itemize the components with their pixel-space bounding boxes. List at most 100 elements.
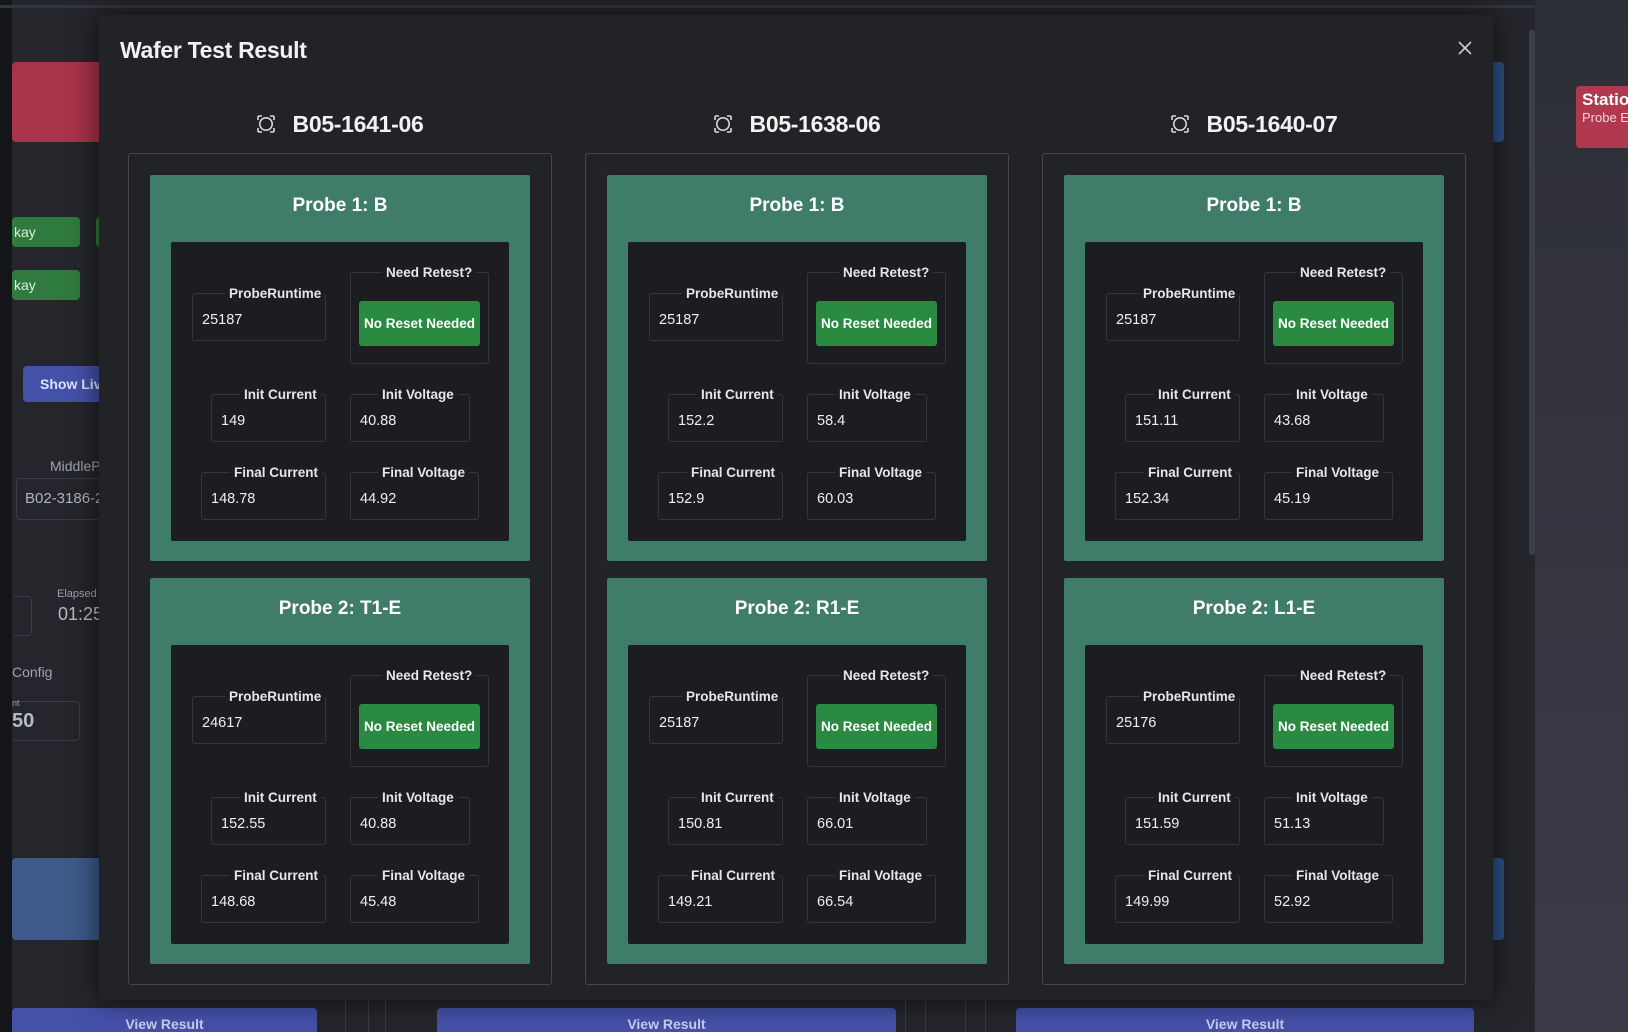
need-retest-label: Need Retest? <box>839 265 934 280</box>
config-input[interactable]: nt 50 <box>12 698 80 741</box>
init-voltage-label: Init Voltage <box>378 387 458 402</box>
probe-title: Probe 1: B <box>749 195 845 216</box>
probe-details: 25187 ProbeRuntime Need Retest? No Reset… <box>628 242 966 541</box>
divider <box>925 1000 926 1032</box>
elapsed-value: 01:25 <box>58 604 104 624</box>
init-current-value: 149 <box>221 413 246 429</box>
probe-runtime-value: 25187 <box>1116 312 1157 328</box>
probe-runtime-label: ProbeRuntime <box>682 286 783 301</box>
view-result-button-2[interactable]: View Result <box>437 1008 896 1032</box>
probe-runtime-value: 24617 <box>202 715 243 731</box>
need-retest-label: Need Retest? <box>1296 265 1391 280</box>
need-retest-label: Need Retest? <box>839 668 934 683</box>
init-voltage-label: Init Voltage <box>835 790 915 805</box>
probe-card: Probe 1: B 25187 ProbeRuntime Need Retes… <box>607 175 987 561</box>
wafer-icon <box>256 115 275 133</box>
init-current-value: 151.11 <box>1135 413 1179 429</box>
probe-card: Probe 1: B 25187 ProbeRuntime Need Retes… <box>150 175 530 561</box>
final-current-label: Final Current <box>230 465 323 480</box>
probe-runtime-value: 25187 <box>659 312 700 328</box>
final-current-label: Final Current <box>687 465 780 480</box>
elapsed-input-edge <box>12 596 32 636</box>
probe-card: Probe 1: B 25187 ProbeRuntime Need Retes… <box>1064 175 1444 561</box>
wafer-icon <box>1170 115 1189 133</box>
probe-runtime-value: 25176 <box>1116 715 1157 731</box>
init-voltage-label: Init Voltage <box>835 387 915 402</box>
final-voltage-value: 60.03 <box>817 491 854 507</box>
init-current-label: Init Current <box>240 387 321 402</box>
final-current-value: 149.21 <box>668 894 713 910</box>
probe-title: Probe 2: R1-E <box>734 598 860 619</box>
wafer-probes-box: Probe 1: B 25187 ProbeRuntime Need Retes… <box>1042 153 1466 985</box>
init-voltage-value: 58.4 <box>817 413 846 429</box>
close-button[interactable] <box>1452 35 1478 61</box>
final-current-value: 148.68 <box>211 894 256 910</box>
wafer-test-result-modal: Wafer Test Result B05-1641-06 Probe 1: B… <box>99 15 1493 1000</box>
probe-runtime-label: ProbeRuntime <box>1139 689 1240 704</box>
wafer-header: B05-1641-06 <box>128 99 552 149</box>
final-voltage-value: 52.92 <box>1274 894 1311 910</box>
view-result-button-3[interactable]: View Result <box>1016 1008 1474 1032</box>
init-voltage-label: Init Voltage <box>1292 387 1372 402</box>
retest-status-button[interactable]: No Reset Needed <box>816 301 937 346</box>
modal-title: Wafer Test Result <box>120 37 307 63</box>
probe-title: Probe 1: B <box>292 195 388 216</box>
final-current-value: 148.78 <box>211 491 256 507</box>
init-current-label: Init Current <box>1154 790 1235 805</box>
probe-card: Probe 2: T1-E 24617 ProbeRuntime Need Re… <box>150 578 530 964</box>
divider <box>985 1000 986 1032</box>
divider <box>385 1000 386 1032</box>
retest-status-button[interactable]: No Reset Needed <box>359 704 480 749</box>
probe-runtime-value: 25187 <box>659 715 700 731</box>
station-card[interactable]: Station Probe E <box>1576 86 1628 148</box>
init-current-value: 150.81 <box>678 816 723 832</box>
retest-status-button[interactable]: No Reset Needed <box>1273 704 1394 749</box>
final-voltage-value: 45.48 <box>360 894 397 910</box>
probe-runtime-label: ProbeRuntime <box>225 286 326 301</box>
divider <box>368 1000 369 1032</box>
right-panel-background <box>1535 0 1628 1032</box>
probe-card: Probe 2: L1-E 25176 ProbeRuntime Need Re… <box>1064 578 1444 964</box>
divider <box>965 1000 966 1032</box>
page-scrollbar[interactable] <box>1529 30 1535 555</box>
init-current-value: 152.2 <box>678 413 715 429</box>
probe-title: Probe 1: B <box>1206 195 1302 216</box>
final-current-label: Final Current <box>1144 465 1237 480</box>
final-current-label: Final Current <box>1144 868 1237 883</box>
view-result-button-1[interactable]: View Result <box>12 1008 317 1032</box>
probe-card: Probe 2: R1-E 25187 ProbeRuntime Need Re… <box>607 578 987 964</box>
config-label: Config <box>12 664 53 680</box>
final-voltage-label: Final Voltage <box>1292 868 1384 883</box>
init-voltage-value: 43.68 <box>1274 413 1311 429</box>
probe-details: 24617 ProbeRuntime Need Retest? No Reset… <box>171 645 509 944</box>
need-retest-label: Need Retest? <box>1296 668 1391 683</box>
probe-title: Probe 2: T1-E <box>278 598 402 619</box>
okay-badge-2: kay <box>12 270 80 300</box>
final-voltage-value: 44.92 <box>360 491 397 507</box>
elapsed-label: Elapsed <box>57 588 97 600</box>
top-divider <box>0 5 1628 8</box>
probe-details: 25176 ProbeRuntime Need Retest? No Reset… <box>1085 645 1423 944</box>
middle-label: MiddleP <box>50 458 101 474</box>
retest-status-button[interactable]: No Reset Needed <box>1273 301 1394 346</box>
wafer-column: B05-1640-07 Probe 1: B 25187 ProbeRuntim… <box>1042 99 1466 985</box>
wafer-id: B05-1640-07 <box>1206 110 1338 137</box>
final-current-label: Final Current <box>687 868 780 883</box>
retest-status-button[interactable]: No Reset Needed <box>816 704 937 749</box>
probe-runtime-label: ProbeRuntime <box>682 689 783 704</box>
final-voltage-label: Final Voltage <box>378 868 470 883</box>
init-voltage-value: 66.01 <box>817 816 854 832</box>
probe-runtime-label: ProbeRuntime <box>225 689 326 704</box>
final-voltage-label: Final Voltage <box>1292 465 1384 480</box>
final-voltage-label: Final Voltage <box>378 465 470 480</box>
retest-status-button[interactable]: No Reset Needed <box>359 301 480 346</box>
probe-details: 25187 ProbeRuntime Need Retest? No Reset… <box>171 242 509 541</box>
probe-runtime-label: ProbeRuntime <box>1139 286 1240 301</box>
init-current-value: 151.59 <box>1135 816 1180 832</box>
final-voltage-value: 66.54 <box>817 894 854 910</box>
station-subtitle: Probe E <box>1582 110 1628 125</box>
config-value: 50 <box>12 710 35 732</box>
probe-title: Probe 2: L1-E <box>1192 598 1316 619</box>
wafer-probes-box: Probe 1: B 25187 ProbeRuntime Need Retes… <box>585 153 1009 985</box>
wafer-header: B05-1640-07 <box>1042 99 1466 149</box>
